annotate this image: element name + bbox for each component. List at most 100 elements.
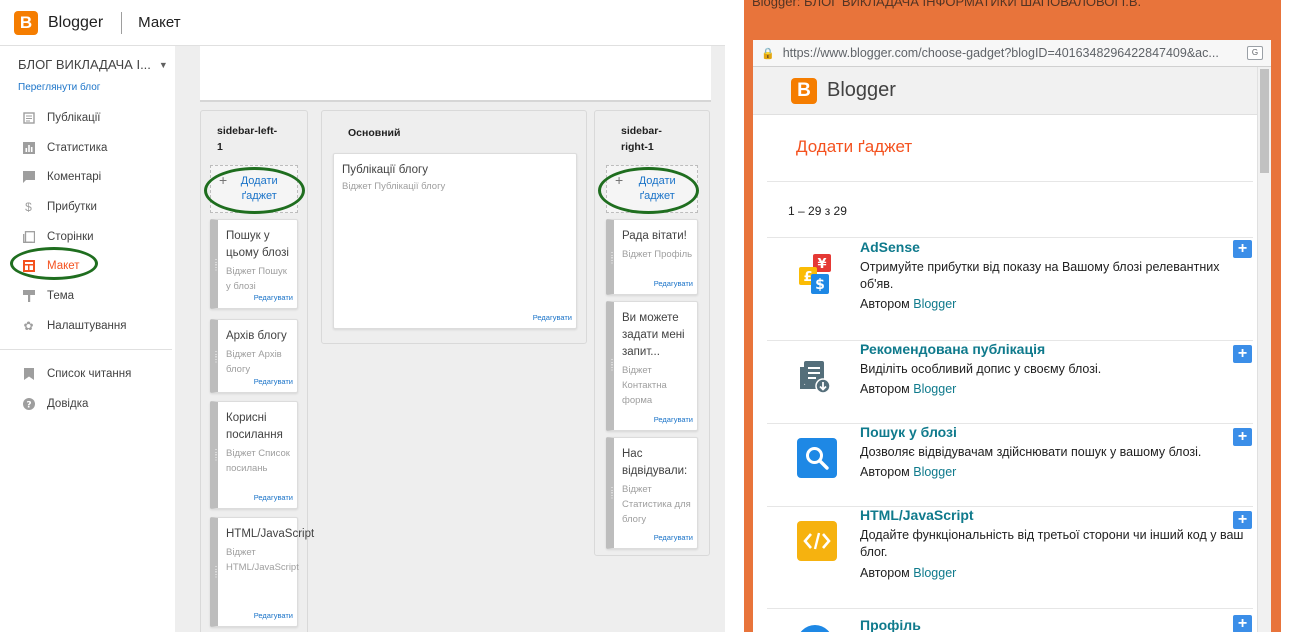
sidebar-item-stats[interactable]: Статистика bbox=[0, 133, 175, 163]
header-section bbox=[200, 46, 711, 102]
sidebar-item-posts[interactable]: Публікації bbox=[0, 103, 175, 133]
sidebar-item-theme[interactable]: Тема bbox=[0, 281, 175, 311]
gadget-description: Виділіть особливий допис у своєму блозі. bbox=[860, 362, 1102, 376]
gadget-card[interactable]: Публікації блогу Віджет Публікації блогу… bbox=[333, 153, 577, 329]
gadget-title: Архів блогу bbox=[226, 330, 287, 342]
sidebar-item-pages[interactable]: Сторінки bbox=[0, 222, 175, 252]
edit-link[interactable]: Редагувати bbox=[654, 533, 693, 542]
author-link[interactable]: Blogger bbox=[913, 465, 956, 479]
add-gadget-plus-button[interactable]: + bbox=[1233, 240, 1252, 258]
edit-link[interactable]: Редагувати bbox=[654, 415, 693, 424]
posts-icon bbox=[22, 111, 35, 124]
gadget-title: Ви можете задати мені запит... bbox=[622, 312, 685, 358]
nav-divider bbox=[0, 348, 172, 350]
drag-handle-icon[interactable]: ⋮ ⋮ bbox=[608, 358, 616, 371]
gadget-subtitle: Віджет Пошук у блозі bbox=[226, 266, 287, 292]
sidebar-item-help[interactable]: ? Довідка bbox=[0, 389, 175, 419]
lock-icon: 🔒 bbox=[761, 47, 775, 60]
drag-handle-icon[interactable]: ⋮ ⋮ bbox=[212, 565, 220, 578]
comments-icon bbox=[22, 171, 35, 184]
stats-icon bbox=[22, 141, 35, 154]
gadget-title: Публікації блогу bbox=[342, 164, 428, 176]
gadget-subtitle: Віджет Архів блогу bbox=[226, 349, 282, 375]
gadget-list-item[interactable]: Пошук у блозі Дозволяє відвідувачам здій… bbox=[767, 424, 1253, 506]
sidebar-item-label: Сторінки bbox=[47, 230, 94, 243]
sidebar-item-label: Тема bbox=[47, 289, 75, 302]
blogger-logo-icon[interactable]: B bbox=[14, 10, 38, 35]
gadget-card[interactable]: ⋮ ⋮ Ви можете задати мені запит... Віджет… bbox=[606, 301, 698, 431]
view-blog-link[interactable]: Переглянути блог bbox=[18, 82, 100, 93]
search-icon bbox=[797, 438, 837, 478]
result-count: 1 – 29 з 29 bbox=[788, 204, 847, 218]
page-title: Макет bbox=[138, 14, 181, 31]
edit-link[interactable]: Редагувати bbox=[254, 293, 293, 302]
sidebar-item-reading-list[interactable]: Список читання bbox=[0, 360, 175, 390]
gadget-card[interactable]: ⋮ ⋮ Рада вітати! Віджет Профіль Редагуват… bbox=[606, 219, 698, 295]
scrollbar-thumb[interactable] bbox=[1260, 69, 1269, 173]
add-gadget-plus-button[interactable]: + bbox=[1233, 615, 1252, 632]
gadget-card[interactable]: ⋮ ⋮ HTML/JavaScript Віджет HTML/JavaScrip… bbox=[210, 517, 314, 627]
gadget-name[interactable]: HTML/JavaScript bbox=[860, 507, 974, 523]
chevron-down-icon: ▼ bbox=[158, 59, 168, 70]
earnings-icon: $ bbox=[25, 199, 32, 214]
edit-link[interactable]: Редагувати bbox=[254, 493, 293, 502]
gadget-list-item[interactable]: Рекомендована публікація Виділіть особли… bbox=[767, 341, 1253, 423]
drag-handle-icon[interactable]: ⋮ ⋮ bbox=[608, 486, 616, 499]
pages-icon bbox=[22, 230, 35, 243]
translate-icon[interactable]: G bbox=[1247, 46, 1263, 60]
address-bar[interactable]: 🔒 https://www.blogger.com/choose-gadget?… bbox=[753, 40, 1271, 67]
gadget-list-item[interactable]: Профіль + bbox=[767, 609, 1253, 632]
gadget-subtitle: Віджет Статистика для блогу bbox=[622, 484, 691, 525]
code-icon bbox=[797, 521, 837, 561]
gadget-description: Отримуйте прибутки від показу на Вашому … bbox=[860, 260, 1220, 291]
gadget-name[interactable]: Рекомендована публікація bbox=[860, 341, 1045, 357]
column-title: sidebar-left-1 bbox=[217, 125, 278, 153]
gadget-author: Автором Blogger bbox=[860, 382, 956, 396]
gadget-name[interactable]: Профіль bbox=[860, 617, 921, 632]
sidebar-item-earnings[interactable]: $ Прибутки bbox=[0, 192, 175, 222]
sidebar-item-comments[interactable]: Коментарі bbox=[0, 162, 175, 192]
gadget-list-item[interactable]: ¥ £ $ AdSense Отримуйте прибутки від пок… bbox=[767, 238, 1253, 322]
highlight-ellipse bbox=[598, 167, 699, 214]
gadget-name[interactable]: AdSense bbox=[860, 239, 920, 255]
gadget-list-item[interactable]: HTML/JavaScript Додайте функціональність… bbox=[767, 507, 1253, 607]
author-link[interactable]: Blogger bbox=[913, 566, 956, 580]
author-link[interactable]: Blogger bbox=[913, 382, 956, 396]
featured-post-icon bbox=[797, 359, 833, 395]
blog-selector[interactable]: БЛОГ ВИКЛАДАЧА І... ▼ bbox=[18, 57, 168, 72]
gadget-title: Пошук у цьому блозі bbox=[226, 230, 289, 259]
gadget-card[interactable]: ⋮ ⋮ Корисні посилання Віджет Список посил… bbox=[210, 401, 298, 509]
add-gadget-plus-button[interactable]: + bbox=[1233, 511, 1252, 529]
drag-handle-icon[interactable]: ⋮ ⋮ bbox=[608, 252, 616, 265]
gadget-description: Дозволяє відвідувачам здійснювати пошук … bbox=[860, 445, 1202, 459]
blogger-logo-icon: B bbox=[791, 77, 817, 104]
gadget-card[interactable]: ⋮ ⋮ Нас відвідували: Віджет Статистика дл… bbox=[606, 437, 698, 549]
edit-link[interactable]: Редагувати bbox=[533, 313, 572, 322]
add-gadget-plus-button[interactable]: + bbox=[1233, 428, 1252, 446]
layout-editor: B Blogger Макет БЛОГ ВИКЛАДАЧА І... ▼ Пе… bbox=[0, 0, 725, 632]
divider bbox=[121, 11, 123, 34]
gadget-name[interactable]: Пошук у блозі bbox=[860, 424, 957, 440]
gadget-subtitle: Віджет Профіль bbox=[622, 249, 693, 260]
blog-name: БЛОГ ВИКЛАДАЧА І... bbox=[18, 57, 151, 72]
url-text: https://www.blogger.com/choose-gadget?bl… bbox=[782, 46, 1219, 60]
add-gadget-plus-button[interactable]: + bbox=[1233, 345, 1252, 363]
gadget-card[interactable]: ⋮ ⋮ Архів блогу Віджет Архів блогу Редагу… bbox=[210, 319, 298, 393]
author-label: Автором bbox=[860, 465, 910, 479]
edit-link[interactable]: Редагувати bbox=[254, 611, 293, 620]
drag-handle-icon[interactable]: ⋮ ⋮ bbox=[212, 351, 220, 364]
edit-link[interactable]: Редагувати bbox=[654, 279, 693, 288]
gadget-subtitle: Віджет Контактна форма bbox=[622, 365, 667, 406]
column-title: Основний bbox=[348, 127, 401, 139]
gadget-subtitle: Віджет Список посилань bbox=[226, 448, 290, 474]
drag-handle-icon[interactable]: ⋮ ⋮ bbox=[212, 448, 220, 461]
gadget-subtitle: Віджет Публікації блогу bbox=[342, 181, 446, 192]
choose-gadget-window: Blogger: БЛОГ ВИКЛАДАЧА ІНФОРМАТИКИ ШАПО… bbox=[744, 0, 1281, 632]
sidebar-item-settings[interactable]: ✿ Налаштування bbox=[0, 311, 175, 341]
gadget-card[interactable]: ⋮ ⋮ Пошук у цьому блозі Віджет Пошук у бл… bbox=[210, 219, 298, 309]
drag-handle-icon[interactable]: ⋮ ⋮ bbox=[212, 258, 220, 271]
top-bar: B Blogger Макет bbox=[0, 0, 725, 46]
author-link[interactable]: Blogger bbox=[913, 297, 956, 311]
edit-link[interactable]: Редагувати bbox=[254, 377, 293, 386]
scrollbar[interactable] bbox=[1257, 67, 1271, 632]
